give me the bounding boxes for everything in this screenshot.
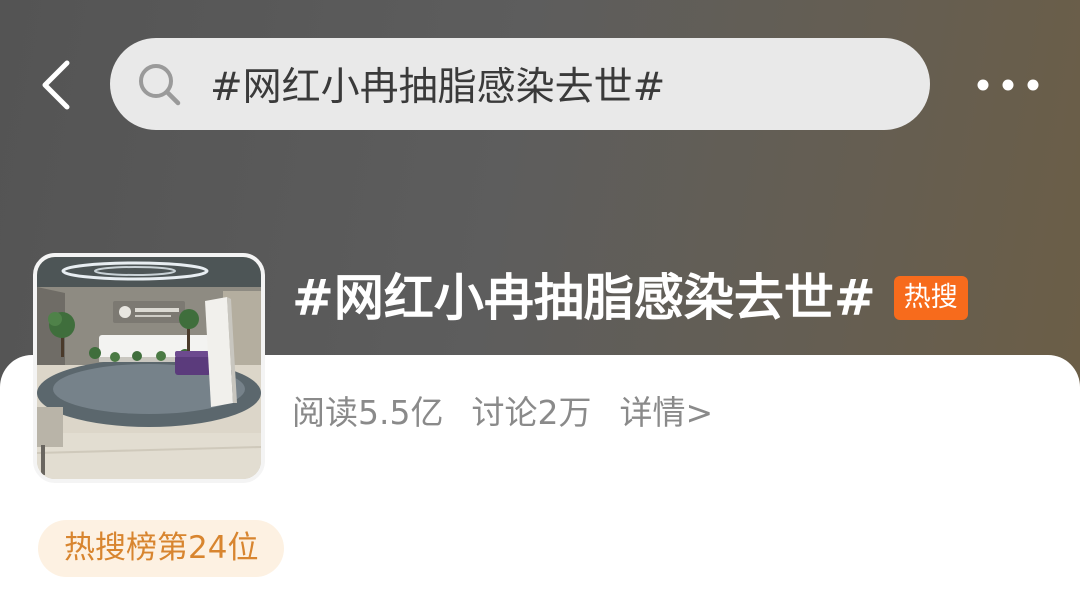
more-dots-icon bbox=[977, 79, 1039, 91]
details-link[interactable]: 详情> bbox=[619, 386, 713, 434]
topic-stats: 阅读5.5亿 讨论2万 详情> bbox=[292, 386, 713, 434]
search-icon bbox=[136, 61, 182, 107]
topic-title: #网红小冉抽脂感染去世# bbox=[292, 269, 876, 327]
search-bar[interactable]: #网红小冉抽脂感染去世# bbox=[110, 38, 930, 130]
clinic-photo bbox=[37, 257, 261, 479]
topic-page: #网红小冉抽脂感染去世# #网红小冉抽脂感染去世# 热搜 阅读5.5亿 讨论2万… bbox=[0, 0, 1080, 598]
discussion-count: 讨论2万 bbox=[471, 393, 592, 432]
search-query[interactable]: #网红小冉抽脂感染去世# bbox=[210, 56, 665, 112]
chevron-left-icon bbox=[42, 60, 70, 110]
topic-title-row: #网红小冉抽脂感染去世# 热搜 bbox=[292, 266, 968, 330]
hot-badge: 热搜 bbox=[893, 276, 968, 320]
topic-thumbnail[interactable] bbox=[33, 253, 265, 483]
read-count: 阅读5.5亿 bbox=[292, 393, 444, 432]
more-button[interactable] bbox=[970, 68, 1046, 102]
photo-sofa bbox=[175, 351, 211, 375]
hot-rank-tag[interactable]: 热搜榜第24位 bbox=[38, 520, 285, 577]
back-button[interactable] bbox=[30, 55, 80, 115]
